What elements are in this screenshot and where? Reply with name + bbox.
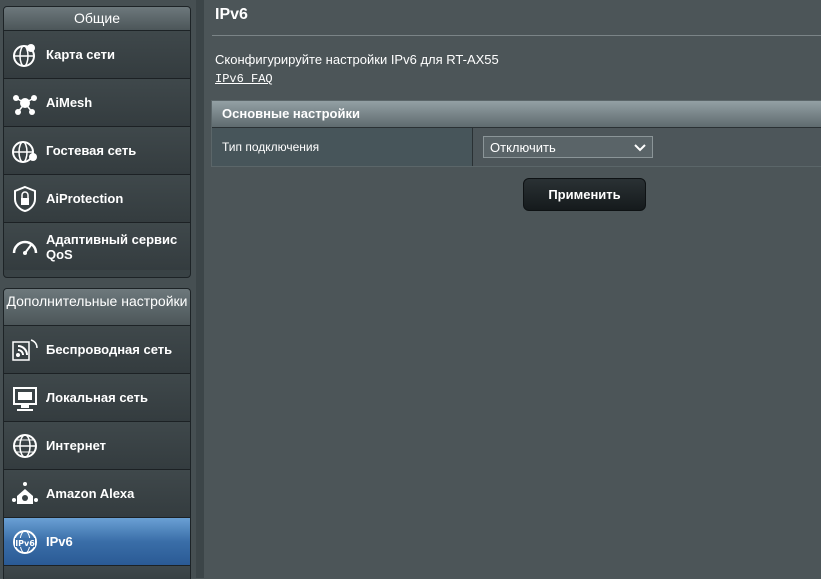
lock-icon [10,184,40,214]
sidebar-item-label: Адаптивный сервис QoS [46,231,178,262]
guest-network-icon [10,136,40,166]
sidebar-item-label: Карта сети [46,47,115,62]
sidebar-item-aimesh[interactable]: AiMesh [4,78,190,126]
sidebar-item-label: Интернет [46,438,107,453]
sidebar-item-qos[interactable]: Адаптивный сервис QoS [4,222,190,270]
wifi-icon [10,335,40,365]
connection-type-value: Отключить [490,139,556,155]
sidebar-item-internet[interactable]: Интернет [4,421,190,469]
general-group: Общие Карта сети AiMesh Гостевая сеть Ai… [3,6,191,278]
sidebar-item-wireless[interactable]: Беспроводная сеть [4,326,190,373]
sidebar-item-alexa[interactable]: Amazon Alexa [4,469,190,517]
sidebar-item-lan[interactable]: Локальная сеть [4,373,190,421]
alexa-icon [10,479,40,509]
sidebar-item-label: AiProtection [46,191,124,206]
connection-type-select[interactable]: Отключить [483,136,653,158]
network-map-icon [10,40,40,70]
main-content: IPv6 Сконфигурируйте настройки IPv6 для … [204,0,821,578]
page-description: Сконфигурируйте настройки IPv6 для RT-AX… [215,52,499,67]
section-header: Основные настройки [212,101,821,128]
sidebar-item-partial[interactable] [4,565,190,579]
table-row: Тип подключения Отключить [212,128,821,166]
ipv6-globe-icon: IPv6 [10,527,40,557]
connection-type-label: Тип подключения [212,128,473,166]
title-divider [212,35,821,36]
sidebar-item-guest-network[interactable]: Гостевая сеть [4,126,190,174]
basic-settings-table: Основные настройки Тип подключения Отклю… [211,100,821,167]
sidebar-divider [196,0,204,578]
lan-icon [10,383,40,413]
aimesh-icon [10,88,40,118]
sidebar-item-aiprotection[interactable]: AiProtection [4,174,190,222]
advanced-header: Дополнительные настройки [4,289,190,326]
sidebar-item-label: Локальная сеть [46,390,148,405]
sidebar-item-label: Беспроводная сеть [46,342,173,357]
advanced-group: Дополнительные настройки Беспроводная се… [3,288,191,579]
ipv6-faq-link[interactable]: IPv6 FAQ [215,72,273,86]
connection-type-cell: Отключить [473,128,821,166]
globe-icon [10,431,40,461]
sidebar-item-network-map[interactable]: Карта сети [4,31,190,78]
sidebar: Общие Карта сети AiMesh Гостевая сеть Ai… [0,0,204,579]
chevron-down-icon [634,140,646,155]
sidebar-item-ipv6[interactable]: IPv6 IPv6 [4,517,190,565]
sidebar-item-label: IPv6 [46,534,73,549]
page-title: IPv6 [215,6,248,23]
speedometer-icon [10,232,40,262]
apply-button[interactable]: Применить [523,178,646,211]
sidebar-item-label: AiMesh [46,95,93,110]
sidebar-item-label: Amazon Alexa [46,486,135,501]
sidebar-item-label: Гостевая сеть [46,143,137,158]
svg-text:IPv6: IPv6 [15,539,35,548]
general-header: Общие [4,7,190,31]
